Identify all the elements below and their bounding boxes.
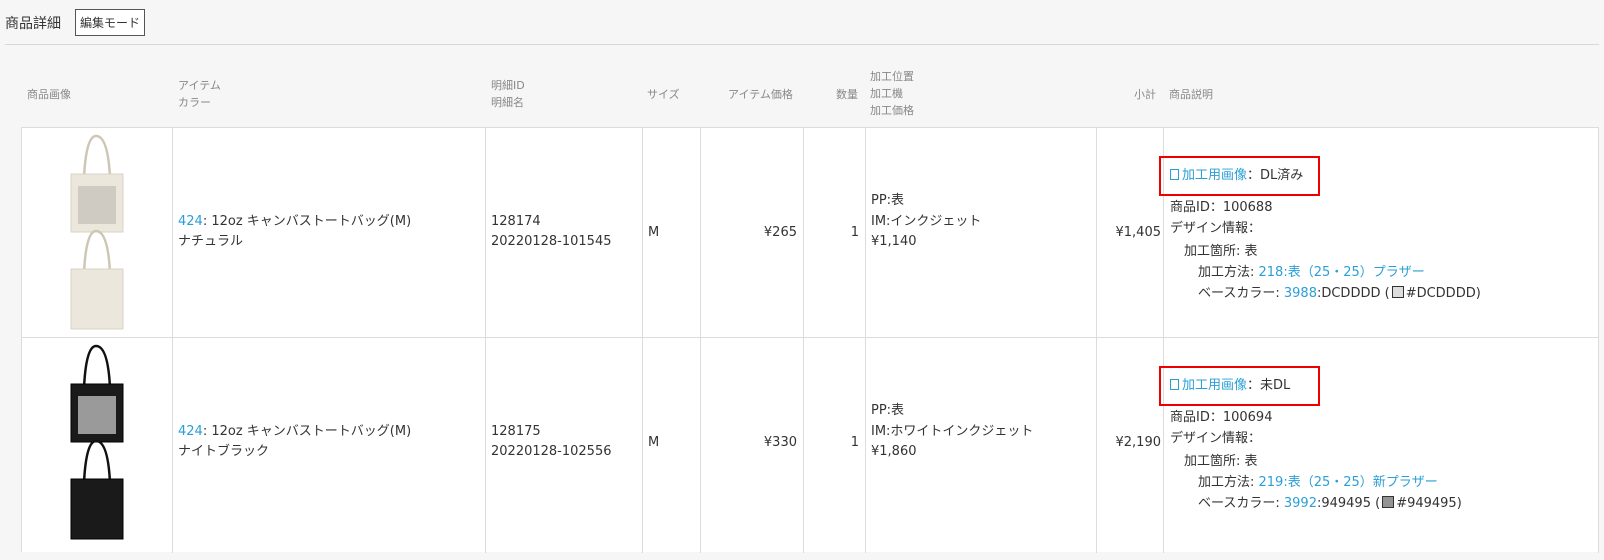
design-info: デザイン情報： [1170,221,1262,236]
download-status: ：未DL [1247,378,1291,393]
base-color-label: ベースカラー: [1198,286,1284,301]
size-value: M [648,225,660,240]
item-name: : 12oz キャンバストートバッグ(M) [202,214,412,229]
item-name: : 12oz キャンバストートバッグ(M) [202,424,412,439]
col-item: アイテム カラー [178,79,221,109]
proc-price: ¥1,140 [871,234,917,249]
method-link[interactable]: 218:表（25・25）プラザー [1259,265,1425,280]
color-swatch [1382,496,1395,508]
table-row: 424: 12oz キャンバストートバッグ(M) ナイトブラック 128175 … [21,337,1599,553]
processing-cell: PP:表 IM:インクジェット ¥1,140 [866,128,1097,343]
image-cell [22,128,173,343]
process-image-link[interactable]: 加工用画像 [1182,168,1247,183]
description-cell: 加工用画像：DL済み 商品ID：100688 デザイン情報： 加工箇所: 表 加… [1159,128,1599,343]
file-icon [1170,379,1179,390]
process-place: 加工箇所: 表 [1184,244,1258,259]
detail-cell: 128174 20220128-101545 [486,128,643,343]
qty-value: 1 [850,225,859,240]
base-color-label: ベースカラー: [1198,496,1284,511]
detail-id: 128175 [491,424,541,439]
process-place: 加工箇所: 表 [1184,454,1258,469]
price-value: ¥265 [763,225,797,240]
page-header: 商品詳細 編集モード [5,9,146,36]
price-cell: ¥330 [701,338,804,553]
base-color-link[interactable]: 3988 [1284,286,1317,301]
size-cell: M [643,338,701,553]
page-title: 商品詳細 [5,15,61,32]
proc-position: PP:表 [871,403,905,418]
proc-machine: IM:ホワイトインクジェット [871,424,1034,439]
subtotal-cell: ¥1,405 [1097,128,1164,343]
detail-cell: 128175 20220128-102556 [486,338,643,553]
file-icon [1170,169,1179,180]
qty-cell: 1 [804,338,866,553]
price-cell: ¥265 [701,128,804,343]
detail-id: 128174 [491,214,541,229]
detail-name: 20220128-102556 [491,444,612,459]
base-color-hex: #949495) [1396,496,1462,511]
product-id: 商品ID：100694 [1170,410,1273,425]
col-detail: 明細ID 明細名 [491,79,525,109]
col-processing: 加工位置 加工機 加工価格 [870,70,914,117]
proc-position: PP:表 [871,193,905,208]
description-cell: 加工用画像：未DL 商品ID：100694 デザイン情報： 加工箇所: 表 加工… [1159,338,1599,553]
proc-machine: IM:インクジェット [871,214,982,229]
processing-cell: PP:表 IM:ホワイトインクジェット ¥1,860 [866,338,1097,553]
item-cell: 424: 12oz キャンバストートバッグ(M) ナチュラル [173,128,486,343]
item-link[interactable]: 424 [178,424,203,439]
subtotal-value: ¥1,405 [1115,225,1162,240]
method-label: 加工方法: [1198,475,1259,490]
subtotal-cell: ¥2,190 [1097,338,1164,553]
design-info: デザイン情報： [1170,431,1262,446]
item-cell: 424: 12oz キャンバストートバッグ(M) ナイトブラック [173,338,486,553]
proc-price: ¥1,860 [871,444,917,459]
color-swatch [1391,286,1404,298]
item-link[interactable]: 424 [178,214,203,229]
col-size: サイズ [647,88,680,101]
col-image: 商品画像 [27,88,71,101]
base-color-code: :949495 ( [1316,496,1381,511]
detail-name: 20220128-101545 [491,234,612,249]
size-cell: M [643,128,701,343]
product-image [70,134,124,330]
base-color-hex: #DCDDDD) [1405,286,1481,301]
product-image [70,344,124,540]
subtotal-value: ¥2,190 [1115,435,1162,450]
col-qty: 数量 [836,88,858,101]
image-cell [22,338,173,553]
qty-value: 1 [850,435,859,450]
process-image-link[interactable]: 加工用画像 [1182,378,1247,393]
qty-cell: 1 [804,128,866,343]
col-price: アイテム価格 [728,88,793,101]
price-value: ¥330 [763,435,797,450]
header-divider [5,44,1599,45]
product-id: 商品ID：100688 [1170,200,1273,215]
item-color: ナイトブラック [178,444,270,459]
size-value: M [648,435,660,450]
edit-mode-button[interactable]: 編集モード [75,9,146,36]
col-subtotal: 小計 [1134,88,1156,101]
col-description: 商品説明 [1169,88,1213,101]
method-label: 加工方法: [1198,265,1259,280]
method-link[interactable]: 219:表（25・25）新プラザー [1259,475,1438,490]
base-color-link[interactable]: 3992 [1284,496,1317,511]
download-status: ：DL済み [1247,168,1304,183]
table-row: 424: 12oz キャンバストートバッグ(M) ナチュラル 128174 20… [21,127,1599,343]
base-color-code: :DCDDDD ( [1316,286,1390,301]
item-color: ナチュラル [178,234,244,249]
